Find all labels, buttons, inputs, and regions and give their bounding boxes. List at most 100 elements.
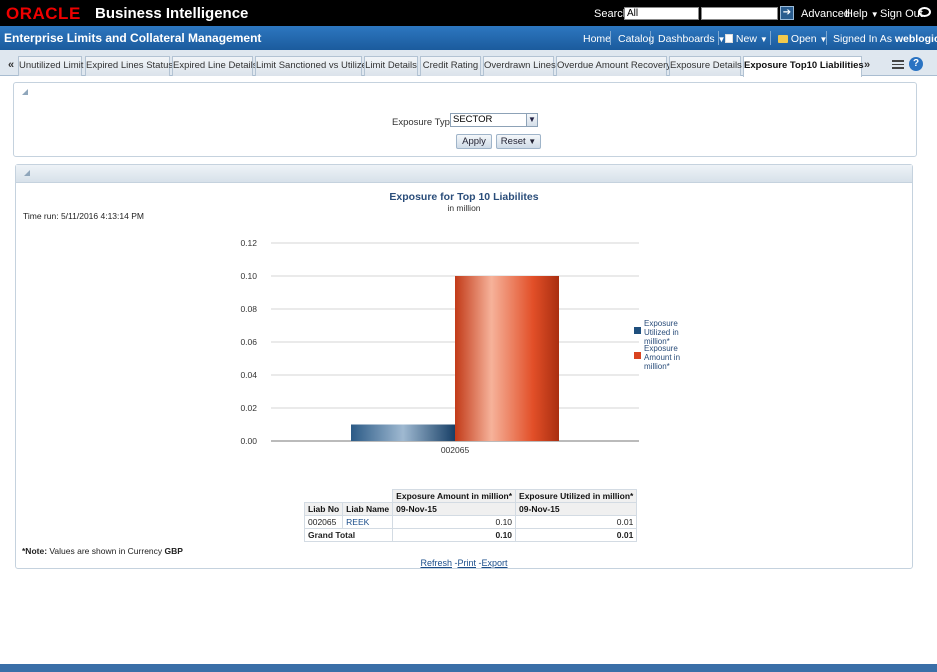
tab-limit-details[interactable]: Limit Details [364,56,418,76]
grand-total-utilized: 0.01 [515,528,638,542]
dashboards-menu[interactable]: Dashboards ▼ [658,33,725,45]
search-scope-select[interactable]: All [624,7,699,20]
report-links: Refresh -Print -Export [420,558,508,568]
bar-amount [455,276,559,441]
legend-amount: Exposure Amount in million* [644,344,681,371]
tab-exposure-top10-liabilities[interactable]: Exposure Top10 Liabilities [743,56,864,77]
currency-note: *Note: Values are shown in Currency GBP [22,546,183,556]
tab-expired-line-details[interactable]: Expired Line Details [172,56,258,76]
table-row: 002065 REEK 0.10 0.01 [303,515,638,529]
bars [351,276,559,441]
advanced-search-link[interactable]: Advanced [801,8,850,20]
report-panel-header [16,165,912,183]
tab-credit-rating[interactable]: Credit Rating [420,56,481,76]
tab-overdrawn-lines[interactable]: Overdrawn Lines [483,56,556,76]
exposure-table: Exposure Amount in million* Exposure Uti… [303,489,638,542]
username: weblogic [894,33,937,45]
chevron-down-icon: ▼ [870,10,879,19]
sign-out-link[interactable]: Sign Out [880,8,923,20]
open-label: Open [790,33,817,45]
catalog-link[interactable]: Catalog [618,33,654,45]
col-header-date-amount: 09-Nov-15 [392,502,517,516]
grand-total-row: Grand Total 0.10 0.01 [303,528,638,542]
search-input[interactable] [701,7,778,20]
print-link[interactable]: Print [457,558,476,568]
y-axis-ticks: 0.12 0.10 0.08 0.06 0.04 0.02 0.00 [240,238,257,446]
col-header-date-utilized: 09-Nov-15 [515,502,638,516]
new-menu[interactable]: New ▼ [725,33,768,45]
nav-divider [718,31,719,45]
chevron-down-icon[interactable]: ▼ [526,113,538,127]
grand-total-amount: 0.10 [392,528,517,542]
bar-chart: 0.12 0.10 0.08 0.06 0.04 0.02 0.00 002065 [240,238,639,455]
report-panel: Exposure for Top 10 Liabilites in millio… [15,164,913,569]
export-link[interactable]: Export [482,558,508,568]
cell-utilized: 0.01 [515,515,638,529]
y-tick-label: 0.00 [240,436,257,446]
y-tick-label: 0.06 [240,337,257,347]
cell-liab-no: 002065 [303,515,344,529]
chart-title: Exposure for Top 10 Liabilites [389,191,539,203]
chevron-down-icon: ▼ [528,137,537,146]
help-menu[interactable]: Help ▼ [845,8,879,20]
tabs-scroll-left-icon[interactable]: « [8,59,14,71]
table-corner [305,490,393,503]
help-icon[interactable]: ? [909,57,923,71]
bar-utilized [351,424,455,441]
legend-swatch-amount [634,352,641,359]
signed-in-label: Signed In As [833,33,892,45]
exposure-type-select[interactable]: SECTOR [450,113,538,127]
cell-amount: 0.10 [392,515,517,529]
note-currency: GBP [164,546,183,556]
prompts-panel: Exposure Type SECTOR ▼ Apply Reset ▼ [13,82,917,157]
search-go-icon[interactable]: ➔ [780,6,794,20]
tab-overdue-amount-recovery[interactable]: Overdue Amount Recovery [556,56,671,76]
app-header: Enterprise Limits and Collateral Managem… [0,26,937,50]
col-header-liab-no: Liab No [303,502,344,516]
bottom-bar [0,664,937,672]
exposure-type-label: Exposure Type [392,117,456,128]
tab-exposure-details[interactable]: Exposure Details [669,56,742,76]
col-header-exposure-amount: Exposure Amount in million* [392,489,517,503]
dashboards-label: Dashboards [658,33,715,45]
dashboard-tab-strip: « Unutilized Limit Expired Lines Status … [0,50,937,77]
page-options-icon[interactable] [892,60,904,69]
grand-total-label: Grand Total [303,528,394,542]
legend-swatch-utilized [634,327,641,334]
y-tick-label: 0.02 [240,403,257,413]
refresh-link[interactable]: Refresh [420,558,452,568]
help-label: Help [845,8,868,20]
nav-divider [650,31,651,45]
home-link[interactable]: Home [583,33,611,45]
reset-label: Reset [500,136,526,147]
x-tick-label: 002065 [441,445,470,455]
tab-expired-lines-status[interactable]: Expired Lines Status [85,56,173,76]
new-doc-icon [725,34,733,43]
tab-limit-sanctioned-vs-utilized[interactable]: Limit Sanctioned vs Utilized [255,56,372,76]
reset-button[interactable]: Reset ▼ [496,134,541,149]
y-tick-label: 0.12 [240,238,257,248]
sign-out-icon[interactable] [918,7,931,17]
user-menu[interactable]: Signed In As weblogic ▼ [833,33,937,45]
dashboard-title: Enterprise Limits and Collateral Managem… [4,31,262,45]
col-header-liab-name: Liab Name [342,502,394,516]
tabs-scroll-right-icon[interactable]: » [864,59,870,71]
top-bar: ORACLE Business Intelligence Search All … [0,0,937,26]
legend-utilized: Exposure Utilized in million* [644,319,679,346]
collapse-triangle-icon[interactable] [24,170,30,176]
time-run: Time run: 5/11/2016 4:13:14 PM [23,211,144,221]
product-title: Business Intelligence [95,5,249,22]
nav-divider [610,31,611,45]
nav-divider [770,31,771,45]
y-tick-label: 0.10 [240,271,257,281]
cell-liab-name-link[interactable]: REEK [342,515,394,529]
apply-button[interactable]: Apply [456,134,492,149]
note-prefix: *Note: [22,546,48,556]
open-menu[interactable]: Open ▼ [778,33,827,45]
chevron-down-icon: ▼ [759,35,768,44]
y-tick-label: 0.08 [240,304,257,314]
tab-unutilized-limit[interactable]: Unutilized Limit [18,56,83,76]
collapse-triangle-icon[interactable] [22,89,28,95]
y-tick-label: 0.04 [240,370,257,380]
note-text: Values are shown in Currency [47,546,165,556]
